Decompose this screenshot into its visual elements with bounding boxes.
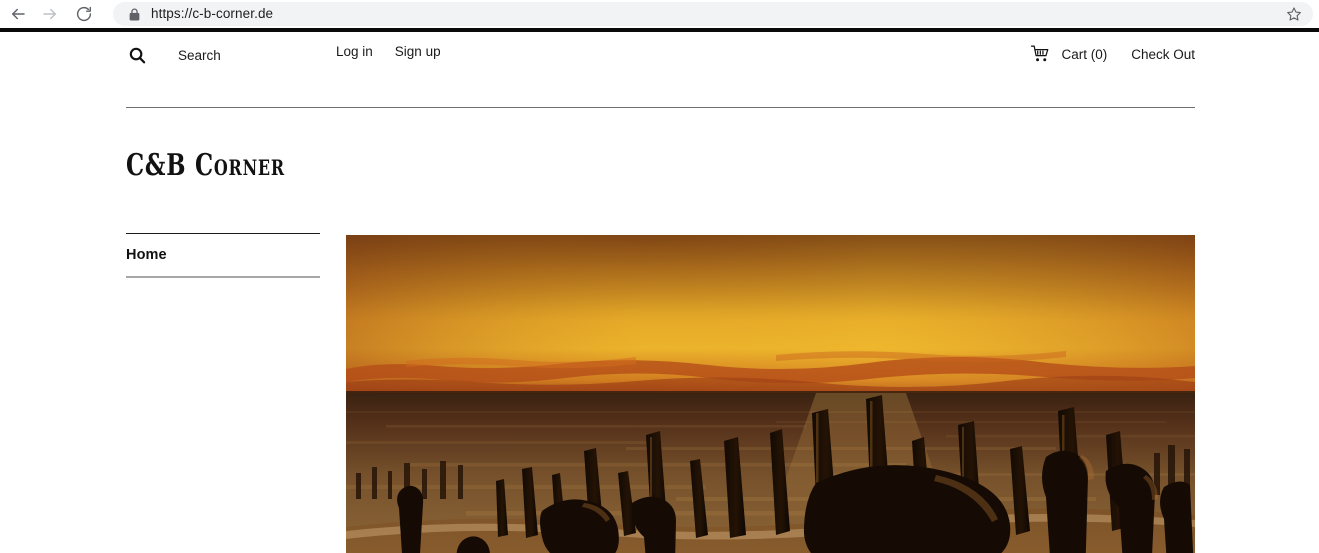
sidebar-item-label: Home <box>126 247 167 264</box>
hero-image <box>346 235 1195 553</box>
arrow-right-icon <box>43 8 56 20</box>
address-bar[interactable]: https://c-b-corner.de <box>113 2 1313 26</box>
bookmark-star-icon[interactable] <box>1285 5 1303 23</box>
arrow-left-icon <box>12 8 25 20</box>
browser-back-button[interactable] <box>5 1 31 27</box>
page-content: Search Log in Sign up Cart (0) Check Out… <box>0 32 1319 553</box>
nav-cart-group: Cart (0) Check Out <box>1028 44 1195 64</box>
browser-reload-button[interactable] <box>71 1 97 27</box>
sidebar-rule-bottom <box>126 276 320 278</box>
site-logo[interactable]: C&B Corner <box>126 144 285 188</box>
browser-forward-button[interactable] <box>37 1 63 27</box>
reload-icon <box>76 6 92 22</box>
login-link[interactable]: Log in <box>336 44 373 59</box>
search-icon[interactable] <box>126 44 148 66</box>
browser-toolbar: https://c-b-corner.de <box>0 0 1319 28</box>
checkout-link[interactable]: Check Out <box>1131 47 1195 62</box>
shopping-cart-icon[interactable] <box>1028 44 1052 64</box>
lock-icon <box>127 7 141 21</box>
address-bar-text[interactable]: https://c-b-corner.de <box>151 2 1285 26</box>
nav-account-links: Log in Sign up <box>336 44 441 59</box>
nav-search-group[interactable]: Search <box>126 44 221 66</box>
beach-sunset-illustration <box>346 235 1195 553</box>
sidebar-nav: Home <box>126 233 320 278</box>
cart-label[interactable]: Cart (0) <box>1061 47 1107 62</box>
sidebar-item-home[interactable]: Home <box>126 234 320 276</box>
signup-link[interactable]: Sign up <box>395 44 441 59</box>
site-header-nav: Search Log in Sign up Cart (0) Check Out <box>126 38 1195 108</box>
search-label[interactable]: Search <box>178 48 221 63</box>
